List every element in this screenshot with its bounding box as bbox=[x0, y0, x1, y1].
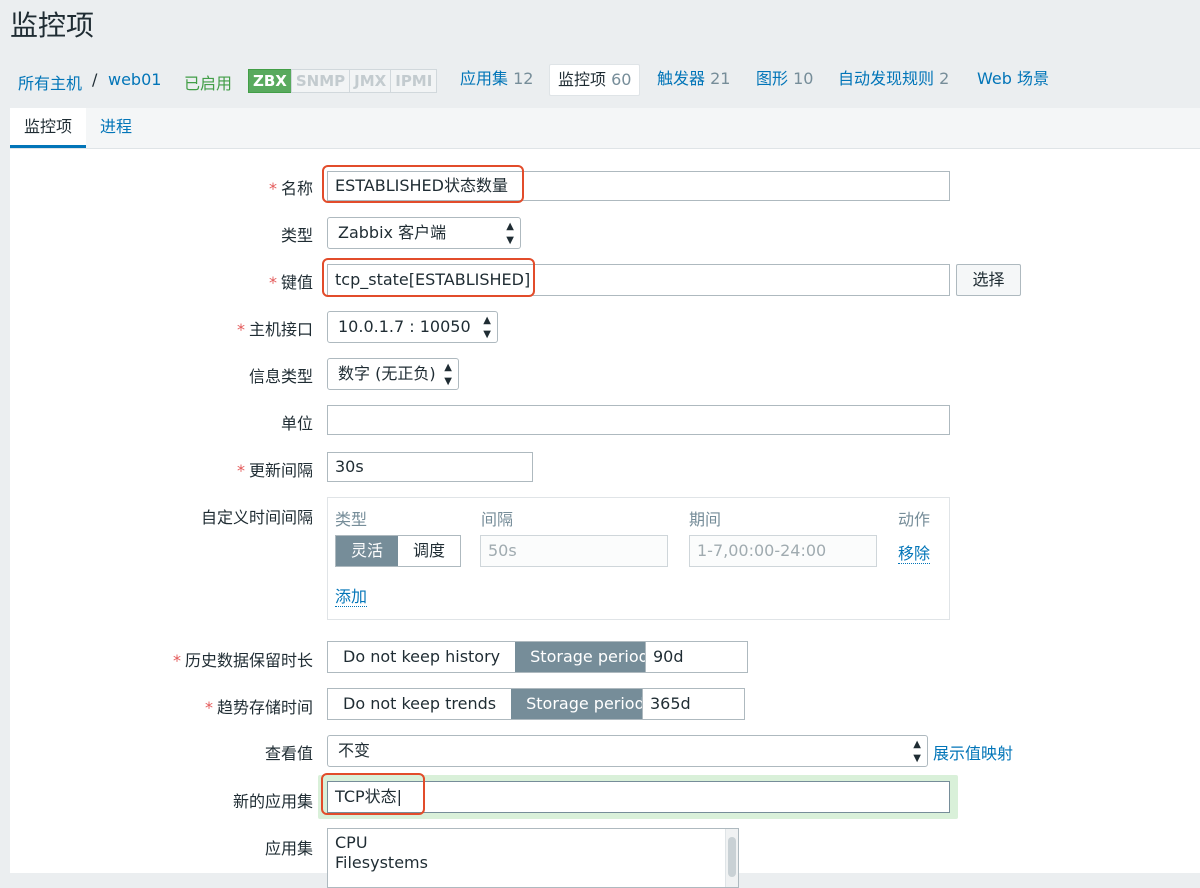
show-value-label: 查看值 bbox=[264, 744, 313, 763]
host-tab-graphs[interactable]: 图形 10 bbox=[748, 64, 821, 94]
page-title: 监控项 bbox=[10, 9, 95, 42]
host-tab-items-count: 60 bbox=[611, 70, 632, 89]
info-type-select-value: 数字 (无正负) bbox=[338, 364, 436, 383]
host-tab-triggers-count: 21 bbox=[710, 69, 731, 88]
up-down-arrow-icon: ▲ ▼ bbox=[506, 221, 514, 246]
host-tab-graphs-label: 图形 bbox=[756, 69, 789, 88]
interval-type-flexible[interactable]: 灵活 bbox=[336, 536, 399, 566]
host-tab-applications-label: 应用集 bbox=[460, 69, 509, 88]
update-interval-label: * 更新间隔 bbox=[236, 461, 313, 480]
list-item[interactable]: Filesystems bbox=[335, 853, 731, 873]
show-value-select-value: 不变 bbox=[338, 741, 371, 760]
host-tab-triggers-label: 触发器 bbox=[657, 69, 706, 88]
zbx-badge: ZBX bbox=[248, 69, 292, 93]
custom-intervals-col-type: 类型 bbox=[335, 510, 368, 529]
type-select[interactable]: Zabbix 客户端 ▲ ▼ bbox=[327, 217, 521, 249]
up-down-arrow-icon: ▲ ▼ bbox=[444, 362, 452, 387]
jmx-badge: JMX bbox=[349, 69, 392, 93]
host-tab-web[interactable]: Web 场景 bbox=[969, 64, 1057, 94]
host-tab-items-label: 监控项 bbox=[558, 70, 607, 89]
type-select-value: Zabbix 客户端 bbox=[338, 223, 447, 242]
trends-label: * 趋势存储时间 bbox=[204, 698, 313, 717]
add-interval-link[interactable]: 添加 bbox=[335, 583, 368, 607]
host-tab-items[interactable]: 监控项 60 bbox=[549, 64, 641, 96]
host-tab-discovery-label: 自动发现规则 bbox=[838, 69, 935, 88]
custom-intervals-col-period: 期间 bbox=[689, 510, 722, 529]
snmp-badge: SNMP bbox=[290, 69, 351, 93]
name-input[interactable]: ESTABLISHED状态数量 bbox=[327, 171, 950, 201]
host-tab-triggers[interactable]: 触发器 21 bbox=[649, 64, 738, 94]
subtab-bar bbox=[10, 108, 1200, 148]
applications-listbox[interactable]: CPU Filesystems bbox=[327, 828, 739, 888]
trends-do-not-keep[interactable]: Do not keep trends bbox=[328, 689, 511, 719]
info-type-select[interactable]: 数字 (无正负) ▲ ▼ bbox=[327, 358, 459, 390]
history-storage-period[interactable]: Storage period bbox=[515, 642, 664, 672]
breadcrumb-separator: / bbox=[92, 70, 98, 89]
new-application-input[interactable]: TCP状态| bbox=[327, 781, 950, 813]
breadcrumb-host[interactable]: web01 bbox=[108, 70, 161, 89]
show-value-select[interactable]: 不变 ▲ ▼ bbox=[327, 735, 928, 767]
history-do-not-keep[interactable]: Do not keep history bbox=[328, 642, 515, 672]
applications-label: 应用集 bbox=[264, 839, 313, 858]
units-input[interactable] bbox=[327, 405, 950, 435]
breadcrumb-all-hosts[interactable]: 所有主机 bbox=[18, 70, 82, 94]
subtab-process[interactable]: 进程 bbox=[86, 108, 146, 148]
name-label: * 名称 bbox=[268, 179, 313, 198]
up-down-arrow-icon: ▲ ▼ bbox=[913, 739, 921, 764]
ipmi-badge: IPMI bbox=[390, 69, 438, 93]
new-application-label: 新的应用集 bbox=[232, 792, 313, 811]
custom-intervals-col-interval: 间隔 bbox=[481, 510, 514, 529]
host-status-enabled[interactable]: 已启用 bbox=[184, 70, 232, 94]
custom-intervals-label: 自定义时间间隔 bbox=[200, 508, 313, 527]
custom-interval-input[interactable]: 50s bbox=[480, 535, 668, 567]
key-input[interactable]: tcp_state[ESTABLISHED] bbox=[327, 264, 950, 296]
remove-interval-link[interactable]: 移除 bbox=[898, 540, 931, 564]
host-tab-applications[interactable]: 应用集 12 bbox=[452, 64, 541, 94]
availability-badges: ZBX SNMP JMX IPMI bbox=[248, 69, 438, 93]
interface-label: * 主机接口 bbox=[236, 320, 313, 339]
history-toggle: Do not keep history Storage period bbox=[327, 641, 665, 673]
key-label: * 键值 bbox=[268, 273, 313, 292]
host-tab-applications-count: 12 bbox=[513, 69, 534, 88]
scrollbar-thumb[interactable] bbox=[728, 837, 736, 877]
applications-scrollbar[interactable] bbox=[725, 829, 738, 887]
trends-period-input[interactable]: 365d bbox=[642, 688, 745, 720]
trends-storage-period[interactable]: Storage period bbox=[511, 689, 660, 719]
interface-select-value: 10.0.1.7 : 10050 bbox=[338, 317, 471, 336]
update-interval-input[interactable]: 30s bbox=[327, 452, 533, 482]
custom-period-input[interactable]: 1-7,00:00-24:00 bbox=[689, 535, 877, 567]
host-tab-web-label: Web 场景 bbox=[977, 69, 1049, 88]
subtab-items[interactable]: 监控项 bbox=[10, 108, 87, 148]
history-label: * 历史数据保留时长 bbox=[172, 651, 313, 670]
interval-type-scheduling[interactable]: 调度 bbox=[398, 536, 460, 566]
up-down-arrow-icon: ▲ ▼ bbox=[483, 315, 491, 340]
value-mapping-link[interactable]: 展示值映射 bbox=[933, 740, 1013, 764]
host-tab-graphs-count: 10 bbox=[793, 69, 814, 88]
interval-type-toggle: 灵活 调度 bbox=[335, 535, 462, 567]
host-tab-discovery-count: 2 bbox=[939, 69, 950, 88]
type-label: 类型 bbox=[280, 226, 313, 245]
info-type-label: 信息类型 bbox=[248, 367, 313, 386]
host-tab-discovery[interactable]: 自动发现规则 2 bbox=[830, 64, 957, 94]
custom-intervals-col-action: 动作 bbox=[898, 510, 931, 529]
interface-select[interactable]: 10.0.1.7 : 10050 ▲ ▼ bbox=[327, 311, 498, 343]
list-item[interactable]: CPU bbox=[335, 833, 731, 853]
select-key-button[interactable]: 选择 bbox=[956, 264, 1021, 296]
history-period-input[interactable]: 90d bbox=[645, 641, 748, 673]
trends-toggle: Do not keep trends Storage period bbox=[327, 688, 661, 720]
units-label: 单位 bbox=[280, 414, 313, 433]
